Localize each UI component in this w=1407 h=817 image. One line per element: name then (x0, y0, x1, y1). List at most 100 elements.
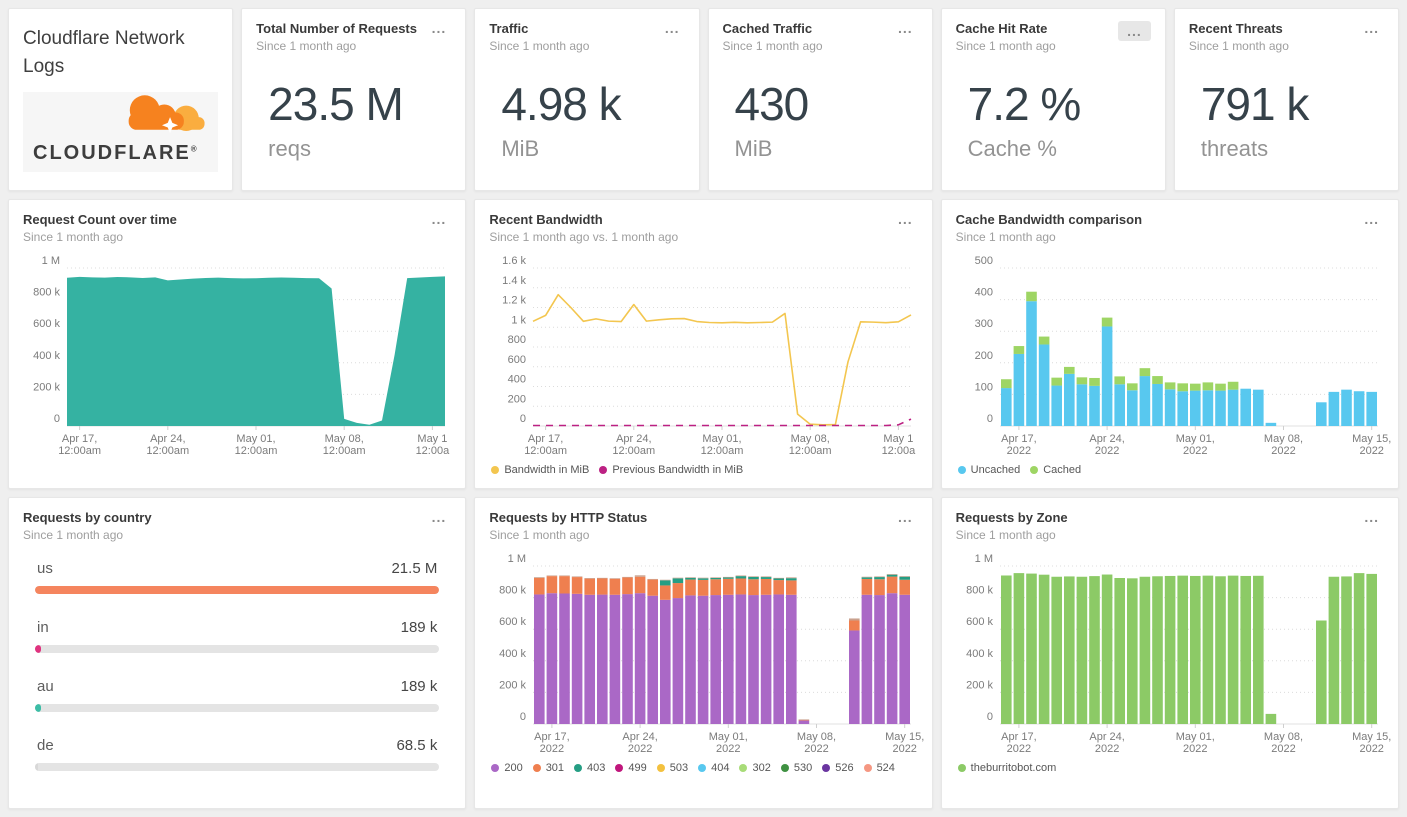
country-value: 21.5 M (391, 560, 438, 577)
legend-item[interactable]: Bandwidth in MiB (491, 464, 589, 476)
svg-text:May 01,: May 01, (709, 731, 748, 743)
svg-text:400: 400 (508, 374, 526, 386)
panel-subtitle: Since 1 month ago (489, 39, 590, 53)
legend-color-dot (698, 764, 707, 772)
svg-text:800: 800 (508, 334, 526, 346)
legend-item[interactable]: 526 (822, 762, 854, 774)
stat-unit: Cache % (967, 136, 1057, 161)
panel-subtitle: Since 1 month ago (489, 528, 590, 542)
svg-text:Apr 24,: Apr 24, (616, 433, 651, 445)
svg-text:May 08,: May 08, (325, 433, 364, 445)
panel-menu-button[interactable]: ... (427, 21, 452, 35)
svg-text:2022: 2022 (1183, 743, 1207, 755)
panel-stat-total-requests: Total Number of Requests Since 1 month a… (241, 8, 467, 191)
svg-text:300: 300 (974, 318, 992, 330)
legend-label: 503 (669, 762, 689, 774)
panel-subtitle: Since 1 month ago (23, 528, 124, 542)
legend-item[interactable]: 403 (574, 762, 605, 774)
stat-value: 430 (734, 78, 810, 130)
legend-item[interactable]: Previous Bandwidth in MiB (599, 464, 743, 476)
requests-by-zone-chart[interactable]: 1 M 800 k 600 k 400 k 200 k 0 Apr 17, 2022 Apr 2… (956, 550, 1391, 756)
panel-subtitle: Since 1 month ago (722, 39, 823, 53)
legend-item[interactable]: 530 (780, 762, 812, 774)
http-status-chart[interactable]: 1 M 800 k 600 k 400 k 200 k 0 Apr 17, 2022 Apr 2… (489, 550, 924, 756)
panel-menu-button[interactable]: ... (1118, 21, 1151, 41)
country-label: us (37, 560, 53, 577)
legend-color-dot (615, 764, 624, 772)
legend-label: Bandwidth in MiB (504, 464, 590, 476)
legend-item[interactable]: 302 (739, 762, 771, 774)
panel-menu-button[interactable]: ... (427, 212, 452, 226)
panel-subtitle: Since 1 month ago (256, 39, 357, 53)
svg-text:May 01,: May 01, (1175, 433, 1214, 445)
stat-unit: MiB (501, 136, 540, 161)
panel-title: Cache Hit Rate (955, 21, 1048, 36)
svg-text:12:00am: 12:00am (525, 445, 568, 457)
panel-title: Cache Bandwidth comparison (955, 212, 1143, 227)
legend-item[interactable]: 524 (863, 762, 895, 774)
svg-text:1 M: 1 M (974, 553, 992, 565)
svg-text:Apr 17,: Apr 17, (1001, 433, 1036, 445)
gauge-bar (35, 704, 41, 712)
panel-http-status: Requests by HTTP Status Since 1 month ag… (474, 497, 933, 809)
svg-text:800 k: 800 k (966, 585, 993, 597)
legend-label: Uncached (970, 464, 1021, 476)
panel-subtitle: Since 1 month ago (955, 528, 1056, 542)
legend-color-dot (532, 764, 541, 772)
svg-text:12:00a: 12:00a (882, 445, 917, 457)
panel-menu-button[interactable]: ... (660, 21, 685, 35)
chart-legend: Uncached Cached (956, 464, 1384, 476)
legend-item[interactable]: 301 (532, 762, 564, 774)
legend-item[interactable]: Cached (1030, 464, 1081, 476)
panel-title: Requests by country (23, 510, 152, 525)
legend-color-dot (957, 466, 966, 474)
svg-text:1 k: 1 k (512, 314, 527, 326)
panel-menu-button[interactable]: ... (893, 21, 918, 35)
svg-text:12:00am: 12:00am (789, 445, 832, 457)
svg-text:May 08,: May 08, (797, 731, 836, 743)
legend-item[interactable]: 503 (656, 762, 689, 774)
svg-text:12:00am: 12:00am (235, 445, 278, 457)
panel-title: Request Count over time (23, 212, 177, 227)
legend-item[interactable]: 499 (615, 762, 647, 774)
svg-text:12:00am: 12:00am (613, 445, 656, 457)
panel-menu-button[interactable]: ... (1359, 21, 1384, 35)
svg-text:Apr 24,: Apr 24, (1089, 433, 1124, 445)
panel-title: Traffic (489, 21, 529, 36)
country-value: 189 k (400, 619, 438, 636)
panel-menu-button[interactable]: ... (893, 510, 918, 524)
svg-text:Apr 24,: Apr 24, (1089, 731, 1124, 743)
country-label: in (37, 619, 49, 636)
legend-item[interactable]: theburritobot.com (957, 762, 1056, 774)
svg-text:2022: 2022 (1095, 445, 1119, 457)
panel-menu-button[interactable]: ... (893, 212, 918, 226)
legend-item[interactable]: Uncached (957, 464, 1021, 476)
svg-text:600 k: 600 k (33, 318, 60, 330)
svg-text:400 k: 400 k (966, 648, 993, 660)
svg-text:2022: 2022 (893, 743, 917, 755)
svg-text:May 08,: May 08, (791, 433, 830, 445)
panel-stat-cache-hit-rate: Cache Hit Rate Since 1 month ago ... 7.2… (940, 8, 1166, 191)
svg-text:0: 0 (987, 413, 993, 425)
svg-text:2022: 2022 (716, 743, 740, 755)
panel-menu-button[interactable]: ... (1359, 212, 1384, 226)
recent-bandwidth-chart[interactable]: 1.6 k 1.4 k 1.2 k1 k 800 600 400 200 0 Apr 17, 12… (489, 252, 917, 458)
request-count-chart[interactable]: 1 M 800 k 600 k 400 k 200 k 0 Apr 17, 12:00am Ap… (23, 252, 451, 458)
svg-text:0: 0 (54, 413, 60, 425)
panel-menu-button[interactable]: ... (427, 510, 452, 524)
legend-label: 499 (628, 762, 647, 774)
svg-text:800 k: 800 k (499, 585, 526, 597)
svg-text:100: 100 (974, 381, 992, 393)
panel-menu-button[interactable]: ... (1359, 510, 1384, 524)
legend-color-dot (780, 764, 789, 772)
legend-label: 302 (752, 762, 771, 774)
legend-item[interactable]: 404 (698, 762, 729, 774)
gauge-track (35, 586, 440, 594)
cache-bandwidth-chart[interactable]: 500 400 300 200 100 0 Apr 17, 2022 Apr 24, 2022 Ma… (956, 252, 1391, 458)
panel-title: Requests by Zone (955, 510, 1068, 525)
legend-item[interactable]: 200 (491, 762, 523, 774)
legend-label: Cached (1043, 464, 1082, 476)
svg-text:200 k: 200 k (33, 381, 60, 393)
svg-text:500: 500 (974, 255, 992, 267)
panel-subtitle: Since 1 month ago (1188, 39, 1289, 53)
